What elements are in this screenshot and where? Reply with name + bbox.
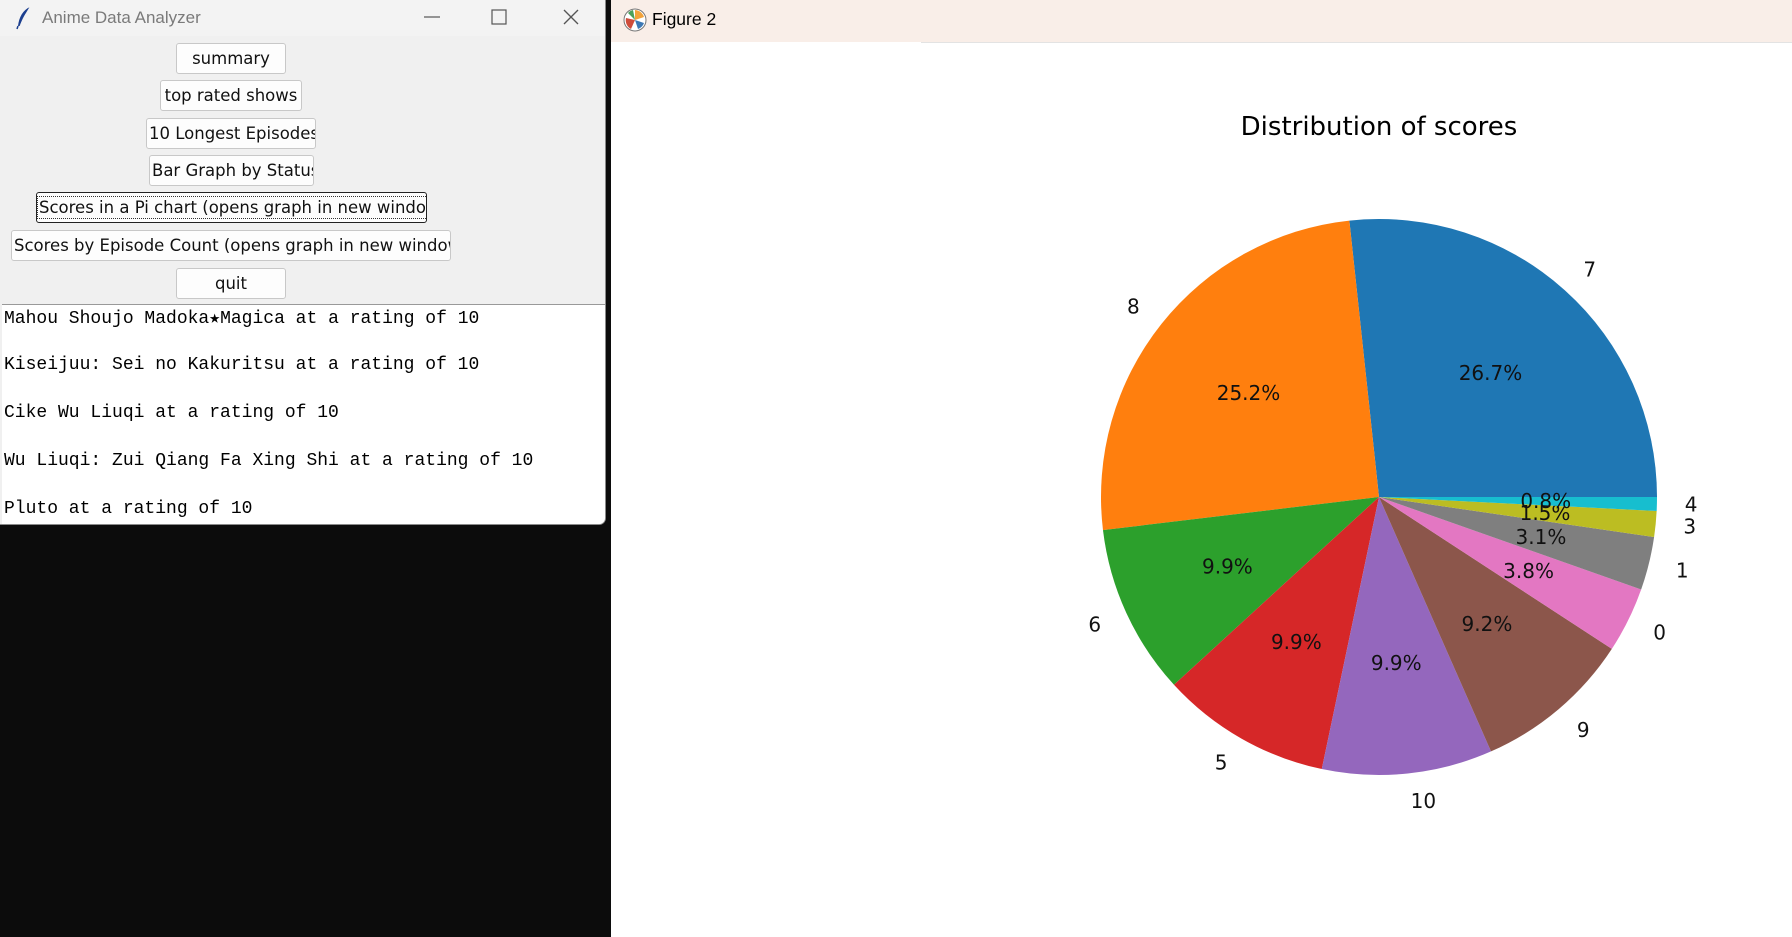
quit-button[interactable]: quit [176,268,286,299]
slice-label: 3 [1683,515,1696,539]
bar-graph-by-status-button[interactable]: Bar Graph by Status [149,155,314,186]
maximize-button[interactable] [466,0,532,34]
tk-feather-icon [16,6,31,30]
slice-label: 4 [1685,493,1698,517]
slice-label: 10 [1411,789,1436,813]
summary-button-label: summary [192,49,270,68]
slice-percent-label: 9.9% [1202,555,1253,579]
slice-percent-label: 0.8% [1520,489,1571,513]
bar-graph-button-label: Bar Graph by Status [152,161,314,180]
output-line: Kiseijuu: Sei no Kakuritsu at a rating o… [4,355,480,375]
slice-label: 6 [1088,613,1101,637]
close-icon [563,9,579,25]
maximize-icon [491,9,507,25]
window-titlebar[interactable]: Anime Data Analyzer [0,0,605,36]
output-text-area[interactable]: Mahou Shoujo Madoka★Magica at a rating o… [2,304,605,524]
slice-label: 1 [1676,558,1689,582]
anime-analyzer-window: Anime Data Analyzer summary top rated sh… [0,0,606,525]
scores-pie-chart-button[interactable]: Scores in a Pi chart (opens graph in new… [36,192,427,223]
scores-by-episode-count-button[interactable]: Scores by Episode Count (opens graph in … [11,230,451,261]
output-line: Cike Wu Liuqi at a rating of 10 [4,403,339,423]
pie-chart-button-label: Scores in a Pi chart (opens graph in new… [37,196,426,219]
minimize-button[interactable] [399,0,465,34]
slice-label: 0 [1653,620,1666,644]
top-rated-button-label: top rated shows [164,86,298,105]
slice-label: 8 [1127,295,1140,319]
output-line: Wu Liuqi: Zui Qiang Fa Xing Shi at a rat… [4,451,534,471]
slice-percent-label: 3.1% [1516,525,1567,549]
slice-label: 5 [1215,751,1228,775]
longest-episodes-button[interactable]: 10 Longest Episodes [146,118,316,149]
output-line: Mahou Shoujo Madoka★Magica at a rating o… [4,309,480,329]
pie-slice-7 [1349,219,1657,497]
slice-percent-label: 26.7% [1459,361,1523,385]
output-line: Pluto at a rating of 10 [4,499,253,519]
slice-label: 7 [1583,258,1596,282]
pie-slice-8 [1101,220,1379,531]
episode-count-button-label: Scores by Episode Count (opens graph in … [14,236,451,255]
window-title: Anime Data Analyzer [42,8,201,27]
slice-percent-label: 9.2% [1462,612,1513,636]
longest-episodes-button-label: 10 Longest Episodes [149,124,316,143]
minimize-icon [424,16,440,18]
slice-percent-label: 9.9% [1271,630,1322,654]
slice-label: 9 [1577,718,1590,742]
figure-window: Figure 2 Distribution of scores 7 26.7% 8 2… [611,0,1792,937]
slice-percent-label: 25.2% [1217,381,1281,405]
close-button[interactable] [538,0,604,34]
summary-button[interactable]: summary [176,43,286,74]
top-rated-shows-button[interactable]: top rated shows [160,80,302,111]
slice-percent-label: 3.8% [1503,559,1554,583]
quit-button-label: quit [215,274,247,293]
pie-chart: 7 26.7% 8 25.2% 6 9.9% 5 9.9% 10 9.9% 9 9.2% 0 3.8% 1 3… [1088,219,1698,813]
slice-percent-label: 9.9% [1371,651,1422,675]
